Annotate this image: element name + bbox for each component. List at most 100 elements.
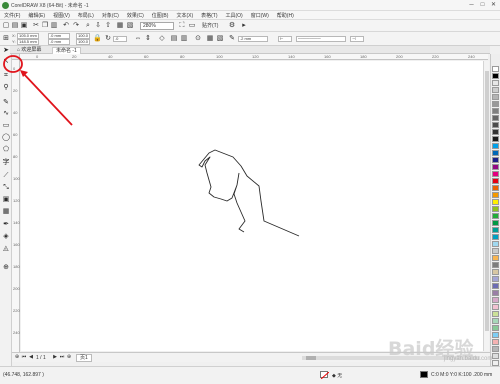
add-page-after-icon[interactable]: ⊕ (66, 354, 72, 361)
page-tab-1[interactable]: 页1 (76, 354, 92, 362)
height-field[interactable]: .0 mm (48, 39, 70, 45)
color-swatch[interactable] (492, 248, 499, 254)
menu-object[interactable]: 对象(C) (98, 12, 123, 19)
menu-view[interactable]: 视图(V) (49, 12, 74, 19)
color-swatch[interactable] (492, 199, 499, 205)
add-tool-icon[interactable]: ⊕ (2, 264, 10, 272)
rectangle-tool-icon[interactable]: ▭ (2, 122, 10, 130)
text-tool-icon[interactable]: 字 (2, 159, 10, 167)
menu-tools[interactable]: 工具(O) (222, 12, 247, 19)
last-page-icon[interactable]: ⏭ (59, 354, 65, 361)
app-launcher-icon[interactable]: ▧ (126, 22, 134, 30)
prev-page-icon[interactable]: ◀ (28, 354, 34, 361)
outline-pen-icon[interactable]: ✎ (228, 35, 236, 43)
color-swatch[interactable] (492, 192, 499, 198)
head-profile-outline[interactable] (198, 149, 300, 237)
arrange-icon[interactable]: ▥ (180, 35, 188, 43)
paste-icon[interactable]: ▥ (50, 22, 58, 30)
color-swatch[interactable] (492, 213, 499, 219)
zoom-level-select[interactable]: 280% (140, 22, 174, 30)
color-swatch[interactable] (492, 129, 499, 135)
color-swatch[interactable] (492, 297, 499, 303)
first-page-icon[interactable]: ⏮ (21, 354, 27, 361)
polygon-tool-icon[interactable]: ⬠ (2, 146, 10, 154)
minimize-button[interactable]: ─ (467, 1, 476, 9)
zoom-tool-icon[interactable]: ⚲ (2, 84, 10, 92)
color-swatch[interactable] (492, 241, 499, 247)
color-swatch[interactable] (492, 87, 499, 93)
outline-swatch[interactable] (420, 371, 428, 378)
tab-welcome-screen[interactable]: ⌂ 欢迎屏幕 (14, 47, 44, 54)
rotation-icon[interactable]: ↻ (104, 35, 112, 43)
color-swatch[interactable] (492, 283, 499, 289)
publish-pdf-icon[interactable]: ▦ (116, 22, 124, 30)
end-arrowhead-select[interactable]: ⊣ (350, 36, 364, 42)
y-position-field[interactable]: 148.5 mm (17, 39, 39, 45)
full-screen-icon[interactable]: ⛶ (178, 22, 186, 30)
color-swatch[interactable] (492, 346, 499, 352)
lock-ratio-icon[interactable]: 🔒 (93, 35, 102, 43)
outline-width-select[interactable]: .2 mm (238, 36, 268, 42)
scale-y-field[interactable]: 100.0 (76, 39, 90, 45)
close-button[interactable]: ✕ (489, 1, 498, 9)
close-curve-icon[interactable]: ◇ (158, 35, 166, 43)
menu-help[interactable]: 帮助(H) (273, 12, 298, 19)
menu-bitmaps[interactable]: 位图(B) (148, 12, 173, 19)
color-swatch[interactable] (492, 332, 499, 338)
interactive-fill-icon[interactable]: ◈ (2, 233, 10, 241)
color-swatch[interactable] (492, 171, 499, 177)
connector-tool-icon[interactable]: ⤡ (2, 184, 10, 192)
color-swatch[interactable] (492, 115, 499, 121)
color-swatch[interactable] (492, 108, 499, 114)
color-swatch[interactable] (492, 178, 499, 184)
artistic-media-icon[interactable]: ∿ (2, 110, 10, 118)
line-style-select[interactable]: ──────── (296, 36, 346, 42)
add-page-before-icon[interactable]: ⊕ (14, 354, 20, 361)
color-swatch[interactable] (492, 353, 499, 359)
undo-icon[interactable]: ↶ (62, 22, 70, 30)
color-swatch[interactable] (492, 150, 499, 156)
fill-swatch[interactable] (320, 371, 330, 380)
ungroup-icon[interactable]: ▧ (216, 35, 224, 43)
next-page-icon[interactable]: ▶ (52, 354, 58, 361)
color-swatch[interactable] (492, 318, 499, 324)
color-eyedropper-icon[interactable]: ✒ (2, 221, 10, 229)
color-swatch[interactable] (492, 101, 499, 107)
color-swatch[interactable] (492, 269, 499, 275)
color-swatch[interactable] (492, 339, 499, 345)
wrap-text-icon[interactable]: ▤ (170, 35, 178, 43)
launch-icon[interactable]: ▸ (240, 22, 248, 30)
menu-layout[interactable]: 布局(L) (74, 12, 98, 19)
color-swatch[interactable] (492, 311, 499, 317)
copy-icon[interactable]: ❐ (41, 22, 49, 30)
parallel-dimension-icon[interactable]: ⟋ (2, 172, 10, 180)
nib-shape-icon[interactable]: ⊙ (194, 35, 202, 43)
rulers-icon[interactable]: ▭ (188, 22, 196, 30)
cut-icon[interactable]: ✂ (32, 22, 40, 30)
import-icon[interactable]: ⇩ (94, 22, 102, 30)
mirror-vertical-icon[interactable]: ⇕ (144, 35, 152, 43)
color-swatch[interactable] (492, 136, 499, 142)
color-swatch[interactable] (492, 220, 499, 226)
export-icon[interactable]: ⇧ (104, 22, 112, 30)
vertical-scroll-thumb[interactable] (485, 71, 489, 331)
horizontal-ruler[interactable]: 0 20 40 60 80 100 120 140 160 180 200 220 240 (20, 54, 488, 60)
color-swatch[interactable] (492, 122, 499, 128)
color-swatch[interactable] (492, 66, 499, 72)
object-origin-icon[interactable]: ⊞ (2, 35, 10, 43)
rotation-field[interactable]: .0 (113, 36, 127, 42)
menu-effects[interactable]: 效果(C) (123, 12, 148, 19)
start-arrowhead-select[interactable]: ⊢ (278, 36, 292, 42)
smart-fill-icon[interactable]: ◬ (2, 245, 10, 253)
color-swatch[interactable] (492, 255, 499, 261)
redo-icon[interactable]: ↷ (72, 22, 80, 30)
menu-text[interactable]: 文本(X) (172, 12, 197, 19)
freehand-tool-icon[interactable]: ✎ (2, 99, 10, 107)
menu-table[interactable]: 表格(T) (197, 12, 221, 19)
options-gear-icon[interactable]: ⚙ (228, 22, 236, 30)
menu-window[interactable]: 窗口(W) (247, 12, 273, 19)
color-swatch[interactable] (492, 290, 499, 296)
new-document-icon[interactable]: ▢ (2, 22, 10, 30)
pick-tool-icon[interactable]: ➤ (2, 47, 10, 55)
color-swatch[interactable] (492, 143, 499, 149)
